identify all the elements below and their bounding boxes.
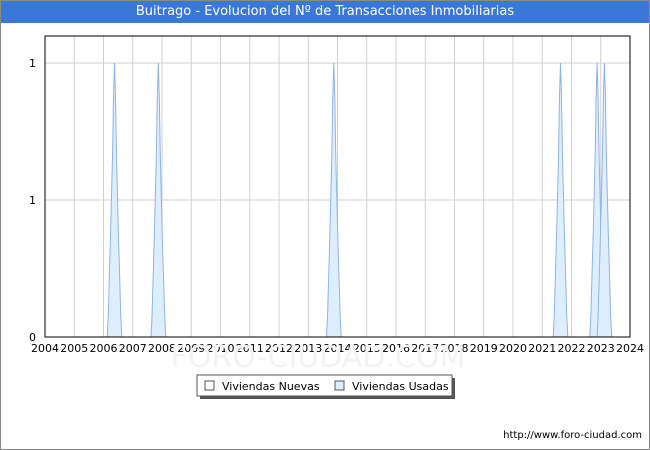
footer-url: http://www.foro-ciudad.com [503,430,642,441]
x-tick-label: 2024 [616,342,644,355]
legend: Viviendas Nuevas Viviendas Usadas [196,374,455,399]
x-tick-label: 2021 [528,342,556,355]
x-tick-label: 2005 [60,342,88,355]
x-tick-label: 2006 [90,342,118,355]
legend-swatch-usadas [334,380,345,391]
watermark: FORO-CIUDAD.COM [171,340,466,375]
chart-svg: 2004 2005 2006 2007 2008 2009 2010 2011 2012 2013… [29,35,644,399]
legend-swatch-nuevas [204,380,215,391]
x-tick-label: 2020 [499,342,527,355]
y-tick-label: 1 [29,57,36,70]
y-tick-label: 0 [29,331,36,344]
legend-label-usadas: Viviendas Usadas [352,380,449,393]
x-tick-label: 2022 [558,342,586,355]
y-axis-ticks: 0 1 1 [29,57,36,344]
legend-label-nuevas: Viviendas Nuevas [222,380,320,393]
x-tick-label: 2019 [470,342,498,355]
x-tick-label: 2023 [587,342,615,355]
x-tick-label: 2007 [119,342,147,355]
y-tick-label: 1 [29,194,36,207]
